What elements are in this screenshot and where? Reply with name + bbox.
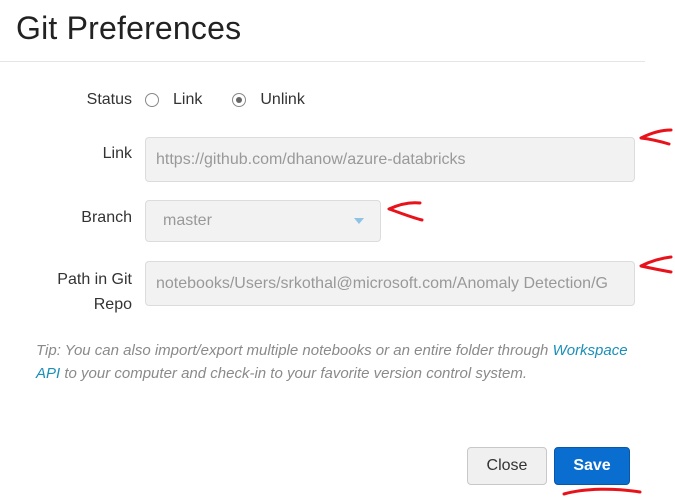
branch-label: Branch xyxy=(81,209,132,226)
annotation-arrow-path xyxy=(639,255,673,274)
tip-prefix: Tip: You can also import/export multiple… xyxy=(36,342,553,359)
radio-unlink-label: Unlink xyxy=(260,91,305,108)
radio-link-circle[interactable] xyxy=(145,93,159,107)
tip-text: Tip: You can also import/export multiple… xyxy=(36,339,636,385)
close-button[interactable]: Close xyxy=(467,447,547,485)
radio-unlink-circle[interactable] xyxy=(232,93,247,107)
dialog-title: Git Preferences xyxy=(16,10,242,46)
path-input[interactable]: notebooks/Users/srkothal@microsoft.com/A… xyxy=(145,261,635,306)
annotation-underline-save xyxy=(562,487,642,496)
status-label: Status xyxy=(86,91,132,108)
branch-select[interactable]: master xyxy=(145,200,381,242)
path-label-line2: Repo xyxy=(93,296,132,313)
save-button[interactable]: Save xyxy=(554,447,630,485)
chevron-down-icon xyxy=(354,218,364,224)
radio-option-unlink[interactable]: Unlink xyxy=(232,91,305,109)
status-radio-group: Link Unlink xyxy=(145,89,335,111)
radio-option-link[interactable]: Link xyxy=(145,91,202,109)
header-divider xyxy=(0,61,645,62)
annotation-arrow-branch xyxy=(387,201,424,222)
path-label-line1: Path in Git xyxy=(57,271,132,288)
tip-suffix: to your computer and check-in to your fa… xyxy=(60,365,528,382)
branch-select-value: master xyxy=(163,212,212,229)
radio-link-label: Link xyxy=(173,91,203,108)
link-input[interactable]: https://github.com/dhanow/azure-databric… xyxy=(145,137,635,182)
annotation-arrow-link xyxy=(639,128,673,146)
link-label: Link xyxy=(102,145,132,162)
